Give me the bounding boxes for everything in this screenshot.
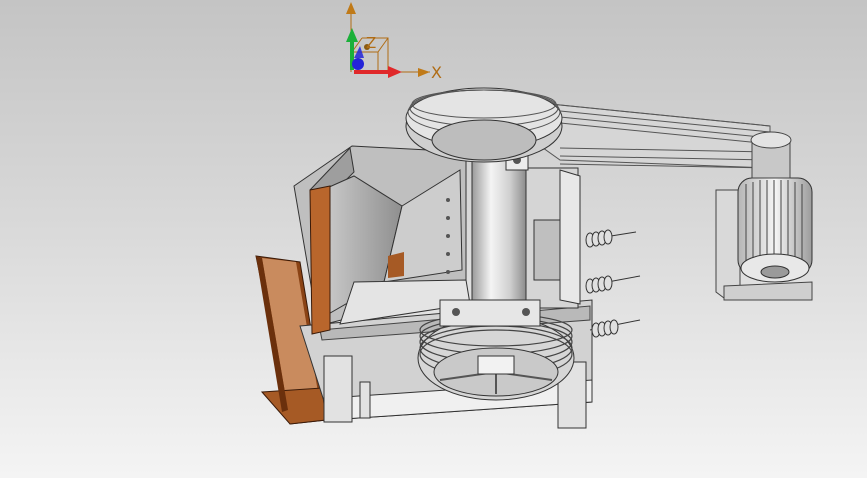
3d-viewport[interactable]: X Z — [0, 0, 867, 478]
motor-mount-plate — [715, 189, 741, 299]
shaft-housing — [471, 141, 581, 311]
tension-springs — [585, 229, 641, 338]
flywheel-top — [405, 87, 563, 163]
jaw-crusher-model-icon[interactable] — [0, 0, 867, 478]
